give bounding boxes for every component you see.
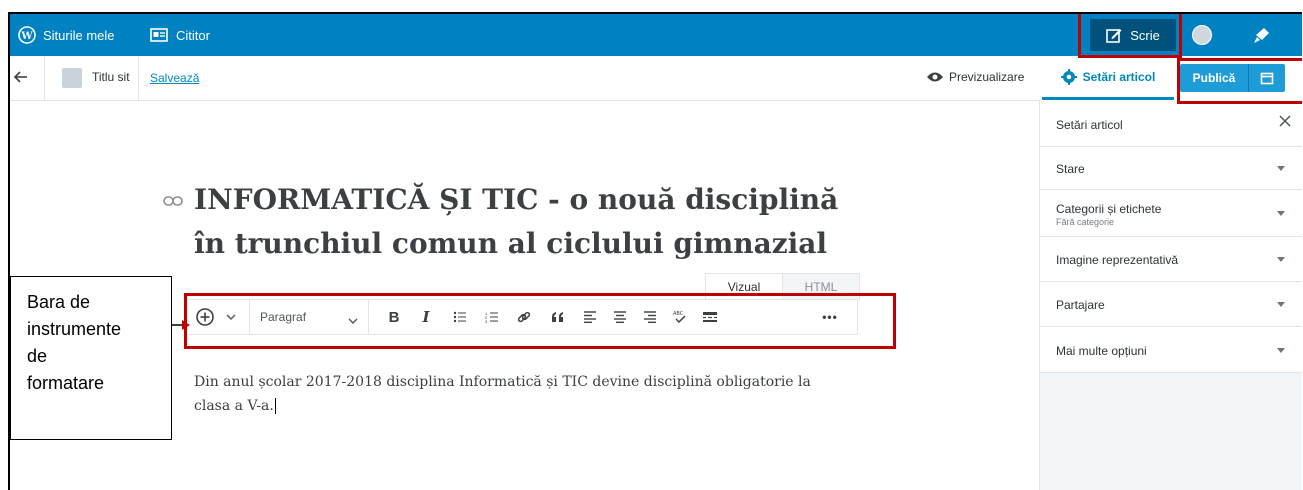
annotation-callout: Bara de instrumente de formatare bbox=[10, 276, 172, 440]
gear-icon bbox=[1060, 68, 1077, 85]
add-block-button[interactable] bbox=[193, 300, 217, 334]
calendar-icon bbox=[1260, 72, 1274, 85]
chevron-down-icon bbox=[226, 314, 236, 320]
more-options-button[interactable]: ••• bbox=[815, 300, 845, 334]
formatting-toolbar: Paragraf B I 123 ABC ••• bbox=[186, 299, 858, 335]
panel-label: Stare bbox=[1056, 162, 1085, 176]
save-link[interactable]: Salvează bbox=[150, 71, 199, 85]
svg-text:3: 3 bbox=[485, 319, 488, 323]
numbered-list-icon: 123 bbox=[485, 311, 498, 323]
text-cursor bbox=[274, 398, 276, 414]
my-sites-link[interactable]: W Siturile mele bbox=[18, 14, 115, 56]
close-icon bbox=[1279, 115, 1291, 127]
tab-visual[interactable]: Vizual bbox=[706, 274, 782, 300]
post-body[interactable]: Din anul școlar 2017-2018 disciplina Inf… bbox=[194, 370, 844, 418]
callout-line: formatare bbox=[27, 373, 105, 393]
divider bbox=[44, 56, 45, 100]
insert-dropdown-button[interactable] bbox=[221, 300, 241, 334]
chevron-down-icon bbox=[348, 311, 358, 329]
paragraph-select[interactable]: Paragraf bbox=[249, 300, 369, 334]
callout-line: Bara de bbox=[27, 292, 91, 312]
align-right-button[interactable] bbox=[639, 300, 661, 334]
bullet-list-button[interactable] bbox=[449, 300, 471, 334]
align-center-button[interactable] bbox=[609, 300, 631, 334]
italic-button[interactable]: I bbox=[415, 300, 437, 334]
spellcheck-icon: ABC bbox=[673, 311, 686, 324]
post-body-text: Din anul școlar 2017-2018 disciplina Inf… bbox=[194, 374, 811, 414]
panel-label: Imagine reprezentativă bbox=[1056, 253, 1179, 267]
arrow-left-icon bbox=[13, 71, 27, 83]
align-right-icon bbox=[644, 311, 656, 323]
screenshot-frame: W Siturile mele Cititor Scrie Titlu sit … bbox=[8, 12, 1302, 490]
link-icon bbox=[517, 311, 531, 323]
align-left-icon bbox=[584, 311, 596, 323]
quote-button[interactable] bbox=[547, 300, 569, 334]
close-button[interactable] bbox=[1278, 114, 1292, 133]
panel-featured-image[interactable]: Imagine reprezentativă bbox=[1040, 237, 1302, 282]
back-button[interactable] bbox=[12, 68, 30, 91]
editor-header: Titlu sit Salvează Previzualizare Setări… bbox=[10, 56, 1302, 101]
bullet-list-icon bbox=[453, 311, 466, 323]
write-label: Scrie bbox=[1130, 27, 1160, 43]
divider bbox=[138, 56, 139, 100]
panel-label: Categorii și etichete bbox=[1056, 202, 1162, 216]
panel-categories[interactable]: Categorii și etichete Fără categorie bbox=[1040, 190, 1302, 237]
preview-label: Previzualizare bbox=[949, 70, 1025, 84]
reader-icon bbox=[150, 28, 168, 42]
align-left-button[interactable] bbox=[579, 300, 601, 334]
panel-sharing[interactable]: Partajare bbox=[1040, 282, 1302, 327]
chevron-down-icon bbox=[1277, 302, 1285, 307]
sidebar-title: Setări articol bbox=[1056, 118, 1123, 132]
eye-icon bbox=[927, 72, 943, 82]
panel-label: Mai multe opțiuni bbox=[1056, 344, 1147, 358]
read-more-icon bbox=[703, 312, 717, 322]
permalink-icon bbox=[163, 196, 183, 206]
site-title[interactable]: Titlu sit bbox=[92, 70, 130, 84]
panel-more-options[interactable]: Mai multe opțiuni bbox=[1040, 327, 1302, 373]
settings-sidebar: Setări articol Stare Categorii și etiche… bbox=[1039, 100, 1302, 490]
wordpress-icon: W bbox=[18, 26, 36, 44]
svg-text:ABC: ABC bbox=[673, 311, 684, 317]
bell-icon bbox=[1254, 28, 1269, 43]
schedule-button[interactable] bbox=[1248, 64, 1285, 92]
panel-label: Partajare bbox=[1056, 298, 1105, 312]
chevron-down-icon bbox=[1277, 348, 1285, 353]
settings-tab-label: Setări articol bbox=[1082, 69, 1156, 84]
avatar[interactable] bbox=[1192, 25, 1212, 45]
plus-circle-icon bbox=[196, 308, 214, 326]
numbered-list-button[interactable]: 123 bbox=[481, 300, 503, 334]
chevron-down-icon bbox=[1277, 166, 1285, 171]
write-button[interactable]: Scrie bbox=[1090, 19, 1176, 51]
tab-html[interactable]: HTML bbox=[782, 274, 859, 300]
bold-button[interactable]: B bbox=[383, 300, 405, 334]
post-title[interactable]: INFORMATICĂ ȘI TIC - o nouă disciplină î… bbox=[194, 178, 854, 266]
link-button[interactable] bbox=[513, 300, 535, 334]
editor-mode-tabs: Vizual HTML bbox=[705, 273, 860, 300]
edit-icon bbox=[1106, 29, 1122, 43]
paragraph-label: Paragraf bbox=[260, 310, 307, 324]
my-sites-label: Siturile mele bbox=[43, 27, 115, 43]
spellcheck-button[interactable]: ABC bbox=[669, 300, 691, 334]
preview-button[interactable]: Previzualizare bbox=[926, 70, 1024, 84]
reader-link[interactable]: Cititor bbox=[150, 14, 210, 56]
panel-status[interactable]: Stare bbox=[1040, 147, 1302, 190]
chevron-down-icon bbox=[1277, 257, 1285, 262]
masterbar: W Siturile mele Cititor Scrie bbox=[10, 14, 1302, 56]
tab-post-settings[interactable]: Setări articol bbox=[1042, 56, 1174, 100]
read-more-button[interactable] bbox=[699, 300, 721, 334]
publish-button[interactable]: Publică bbox=[1180, 64, 1248, 92]
site-icon bbox=[62, 68, 82, 88]
quote-icon bbox=[552, 312, 563, 322]
link-icon[interactable] bbox=[163, 194, 183, 212]
sidebar-header: Setări articol bbox=[1040, 100, 1302, 147]
callout-line: de bbox=[27, 346, 48, 366]
svg-text:W: W bbox=[20, 31, 33, 42]
chevron-down-icon bbox=[1277, 211, 1285, 216]
panel-sublabel: Fără categorie bbox=[1056, 217, 1115, 227]
callout-line: instrumente bbox=[27, 319, 122, 339]
notifications-button[interactable] bbox=[1252, 25, 1272, 50]
reader-label: Cititor bbox=[176, 27, 210, 43]
align-center-icon bbox=[614, 311, 626, 323]
